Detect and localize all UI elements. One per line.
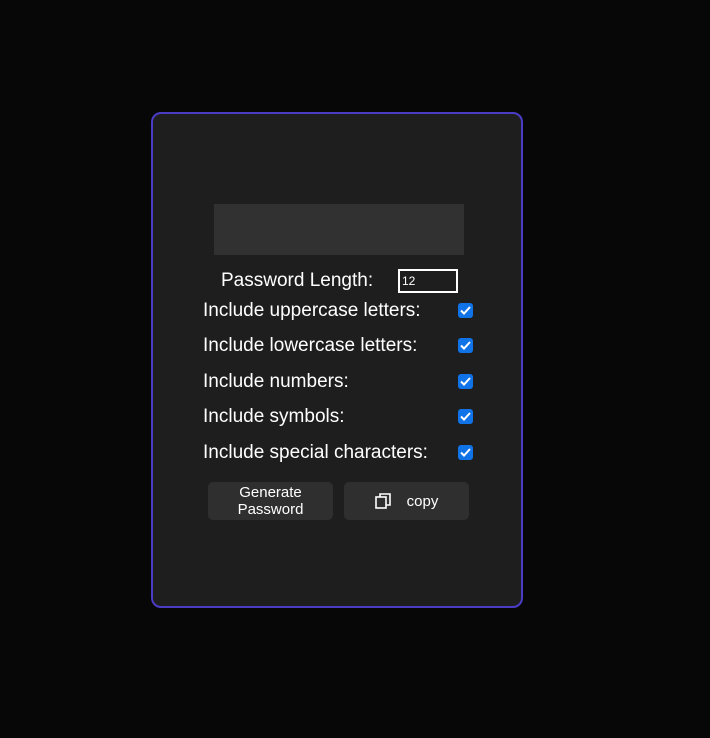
checkmark-icon [460, 306, 471, 315]
option-special-characters: Include special characters: [203, 440, 483, 466]
option-symbols-label: Include symbols: [203, 406, 345, 427]
checkmark-icon [460, 412, 471, 421]
password-length-label: Password Length: [221, 270, 374, 291]
option-symbols-checkbox[interactable] [458, 409, 473, 424]
option-numbers-label: Include numbers: [203, 371, 349, 392]
option-numbers-checkbox[interactable] [458, 374, 473, 389]
option-uppercase-checkbox[interactable] [458, 303, 473, 318]
password-generator-card: Password Length: Include uppercase lette… [151, 112, 523, 608]
password-output[interactable] [214, 204, 464, 255]
checkmark-icon [460, 341, 471, 350]
option-symbols: Include symbols: [203, 404, 483, 430]
option-lowercase: Include lowercase letters: [203, 333, 483, 359]
password-length-input[interactable] [398, 269, 458, 293]
generate-password-label: Generate Password [237, 484, 304, 518]
password-length-row: Password Length: [221, 268, 373, 294]
option-uppercase: Include uppercase letters: [203, 298, 483, 324]
option-special-characters-checkbox[interactable] [458, 445, 473, 460]
copy-icon [374, 493, 391, 509]
option-numbers: Include numbers: [203, 369, 483, 395]
option-uppercase-label: Include uppercase letters: [203, 300, 421, 321]
checkmark-icon [460, 448, 471, 457]
option-lowercase-label: Include lowercase letters: [203, 335, 418, 356]
copy-label: copy [406, 492, 439, 510]
checkmark-icon [460, 377, 471, 386]
copy-button[interactable]: copy [344, 482, 469, 520]
option-special-characters-label: Include special characters: [203, 442, 428, 463]
generate-password-button[interactable]: Generate Password [208, 482, 333, 520]
option-lowercase-checkbox[interactable] [458, 338, 473, 353]
